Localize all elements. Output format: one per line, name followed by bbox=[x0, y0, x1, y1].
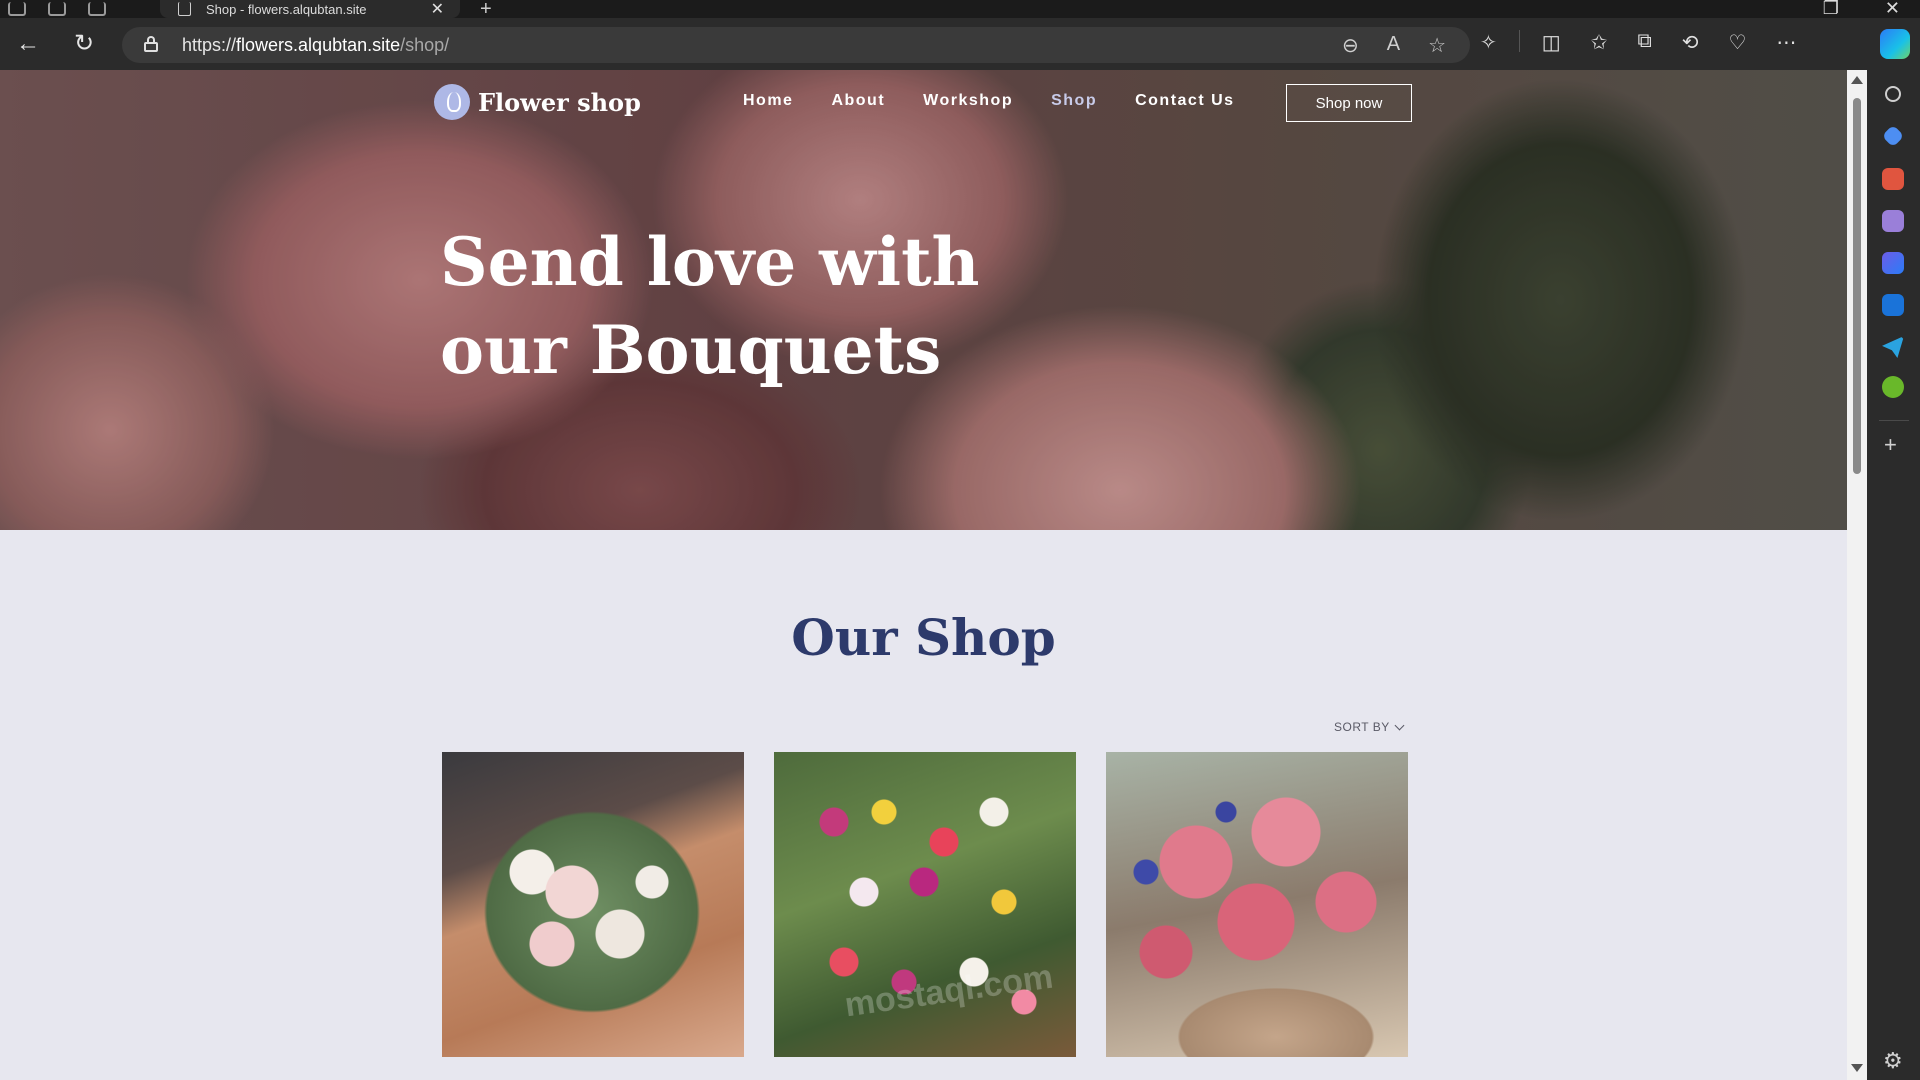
tab-actions-icon[interactable] bbox=[88, 2, 106, 16]
url-path: /shop/ bbox=[400, 35, 450, 55]
main-nav: Home About Workshop Shop Contact Us bbox=[743, 92, 1235, 110]
m365-icon[interactable] bbox=[1882, 252, 1904, 274]
collections-icon[interactable]: ⧉ bbox=[1637, 30, 1651, 55]
extensions-icon[interactable]: ✧ bbox=[1480, 30, 1497, 55]
scroll-thumb[interactable] bbox=[1853, 98, 1861, 474]
add-icon[interactable]: + bbox=[1884, 432, 1897, 458]
favorites-icon[interactable]: ✩ bbox=[1591, 30, 1608, 55]
tab-title: Shop - flowers.alqubtan.site bbox=[206, 1, 367, 17]
flower-logo-icon bbox=[434, 84, 470, 120]
sidebar-search-icon[interactable] bbox=[1885, 86, 1901, 102]
page-icon bbox=[178, 2, 191, 16]
hero-title-line1: Send love with bbox=[440, 223, 980, 301]
restore-icon[interactable]: ❐ bbox=[1823, 0, 1839, 19]
chevron-down-icon bbox=[1394, 720, 1405, 730]
shopping-icon[interactable] bbox=[1881, 124, 1905, 148]
settings-icon[interactable]: ⚙ bbox=[1883, 1048, 1903, 1074]
browser-toolbar: ← ↻ https://flowers.alqubtan.site/shop/ … bbox=[0, 18, 1920, 70]
page-scrollbar[interactable] bbox=[1847, 70, 1867, 1080]
browser-tab[interactable]: Shop - flowers.alqubtan.site ✕ bbox=[160, 0, 460, 18]
edge-sidebar: + ⚙ bbox=[1867, 70, 1920, 1080]
site-logo[interactable]: Flower shop bbox=[434, 84, 641, 120]
url-scheme: https:// bbox=[182, 35, 237, 55]
toolbar-icons: ✧ ◫ ✩ ⧉ ⟲ ♡ ⋯ bbox=[1480, 30, 1796, 55]
zoom-icon[interactable]: ⊖ bbox=[1342, 33, 1359, 58]
hero-title: Send love with our Bouquets bbox=[440, 218, 1060, 394]
section-title: Our Shop bbox=[791, 608, 1056, 667]
outlook-icon[interactable] bbox=[1882, 294, 1904, 316]
games-icon[interactable] bbox=[1882, 210, 1904, 232]
hero-banner: Flower shop Home About Workshop Shop Con… bbox=[0, 70, 1847, 530]
scroll-up-icon[interactable] bbox=[1851, 76, 1863, 84]
tree-icon[interactable] bbox=[1882, 376, 1904, 398]
copilot-icon[interactable] bbox=[1880, 29, 1910, 59]
nav-workshop[interactable]: Workshop bbox=[923, 92, 1013, 110]
close-tab-icon[interactable]: ✕ bbox=[431, 0, 444, 19]
scroll-down-icon[interactable] bbox=[1851, 1064, 1863, 1072]
product-image-peony-bouquet[interactable] bbox=[442, 752, 744, 1057]
refresh-button[interactable]: ↻ bbox=[70, 30, 98, 58]
tools-icon[interactable] bbox=[1882, 168, 1904, 190]
tab-actions bbox=[8, 0, 106, 18]
url-host: flowers.alqubtan.site bbox=[236, 35, 401, 55]
window-controls: ❐ ✕ bbox=[1823, 0, 1900, 19]
url-text[interactable]: https://flowers.alqubtan.site/shop/ bbox=[182, 35, 449, 56]
more-icon[interactable]: ⋯ bbox=[1776, 30, 1796, 55]
product-image-rose-bouquet[interactable] bbox=[1106, 752, 1408, 1057]
sidebar-divider bbox=[1879, 420, 1909, 421]
address-bar[interactable]: https://flowers.alqubtan.site/shop/ ⊖ A … bbox=[122, 27, 1470, 63]
product-image-tulip-bouquet[interactable]: mostaql.com bbox=[774, 752, 1076, 1057]
toolbar-divider bbox=[1518, 30, 1520, 52]
tab-strip: Shop - flowers.alqubtan.site ✕ + ❐ ✕ bbox=[0, 0, 1920, 20]
shop-now-button[interactable]: Shop now bbox=[1286, 84, 1412, 122]
hero-title-line2: our Bouquets bbox=[440, 311, 942, 389]
nav-shop[interactable]: Shop bbox=[1051, 92, 1097, 110]
product-grid: mostaql.com bbox=[442, 752, 1408, 1057]
page-viewport: Flower shop Home About Workshop Shop Con… bbox=[0, 70, 1847, 1080]
nav-about[interactable]: About bbox=[831, 92, 885, 110]
history-icon[interactable]: ⟲ bbox=[1682, 30, 1699, 55]
nav-home[interactable]: Home bbox=[743, 92, 793, 110]
sort-by-label: SORT BY bbox=[1334, 720, 1390, 734]
workspaces-icon[interactable] bbox=[48, 2, 66, 16]
browser-essentials-icon[interactable]: ♡ bbox=[1728, 30, 1746, 55]
lock-icon[interactable] bbox=[144, 36, 158, 52]
address-bar-icons: ⊖ A ☆ bbox=[1342, 33, 1446, 58]
read-aloud-icon[interactable]: A bbox=[1387, 33, 1400, 58]
favorite-star-icon[interactable]: ☆ bbox=[1428, 33, 1446, 58]
sort-by-dropdown[interactable]: SORT BY bbox=[1334, 720, 1405, 734]
back-button[interactable]: ← bbox=[14, 30, 42, 58]
nav-contact[interactable]: Contact Us bbox=[1135, 92, 1234, 110]
telegram-icon[interactable] bbox=[1882, 336, 1904, 358]
profile-icon[interactable] bbox=[8, 2, 26, 16]
split-screen-icon[interactable]: ◫ bbox=[1542, 30, 1561, 55]
close-window-icon[interactable]: ✕ bbox=[1885, 0, 1900, 19]
watermark-text: mostaql.com bbox=[842, 957, 1056, 1025]
logo-text: Flower shop bbox=[478, 87, 641, 117]
